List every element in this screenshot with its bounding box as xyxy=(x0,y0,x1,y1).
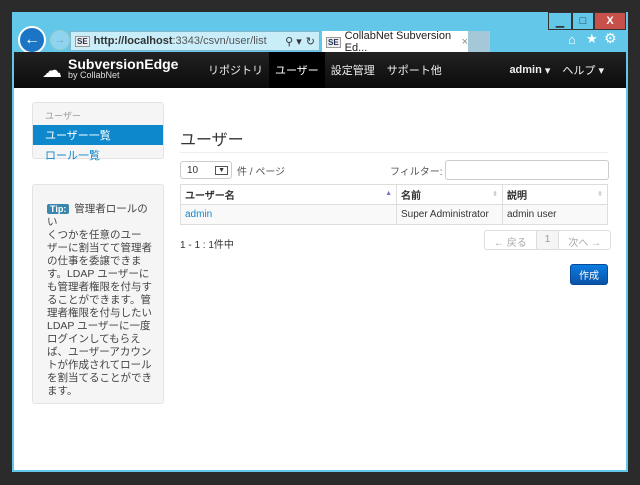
tip-text-line: す。LDAP ユーザーに xyxy=(47,268,150,280)
browser-window: ▁ □ X ← → SE http://localhost:3343/csvn/… xyxy=(12,12,628,472)
sort-asc-icon: ▲ xyxy=(385,190,392,197)
tip-text-line: の仕事を委譲できま xyxy=(47,255,142,267)
tip-text-line: を割当てることができ xyxy=(47,372,152,384)
gear-icon[interactable]: ⚙ xyxy=(604,30,617,47)
help-menu[interactable]: ヘルプ ▾ xyxy=(556,52,610,88)
divider xyxy=(180,152,608,153)
close-button[interactable]: X xyxy=(594,12,626,30)
page-content: ユーザー ユーザー一覧 ロール一覧 Tip: 管理者ロールのい くつかを任意のユー… xyxy=(14,88,626,470)
minimize-button[interactable]: ▁ xyxy=(548,12,572,30)
users-table: ユーザー名 ▲ 名前 ⬍ 説明 ⬍ admin Super Administrator… xyxy=(180,184,608,225)
nav-users[interactable]: ユーザー xyxy=(269,52,325,88)
sort-icon: ⬍ xyxy=(597,191,603,198)
column-name[interactable]: 名前 ⬍ xyxy=(396,184,503,205)
favicon: SE xyxy=(75,35,90,47)
new-tab-button[interactable] xyxy=(468,31,490,53)
create-button[interactable]: 作成 xyxy=(570,264,608,285)
sidebar-item-user-list[interactable]: ユーザー一覧 xyxy=(33,125,163,145)
page-title: ユーザー xyxy=(180,132,244,149)
tip-box: Tip: 管理者ロールのい くつかを任意のユー ザーに割当てて管理者 の仕事を委譲でき… xyxy=(32,184,164,404)
navbar: ☁ SubversionEdge by CollabNet リポジトリ ユーザー… xyxy=(14,52,626,88)
nav-admin[interactable]: 設定管理 xyxy=(325,52,381,88)
home-icon[interactable]: ⌂ xyxy=(568,32,576,47)
pagination: ← 戻る 1 次へ → xyxy=(484,230,612,250)
chevron-down-icon: ▼ xyxy=(215,165,228,175)
tab-active[interactable]: SE CollabNet Subversion Ed... × xyxy=(322,30,468,54)
back-button[interactable]: ← xyxy=(18,26,46,54)
user-menu[interactable]: admin ▾ xyxy=(503,52,556,88)
star-icon[interactable]: ★ xyxy=(586,31,598,47)
sidebar-nav: ユーザー ユーザー一覧 ロール一覧 xyxy=(32,102,164,162)
prev-button[interactable]: ← 戻る xyxy=(485,231,537,249)
brand-logo[interactable]: ☁ SubversionEdge by CollabNet xyxy=(42,57,202,83)
tip-text-line: LDAP ユーザーに一度 xyxy=(47,320,151,332)
refresh-icon[interactable]: ↻ xyxy=(306,35,315,48)
column-description[interactable]: 説明 ⬍ xyxy=(502,184,608,205)
tip-text-line: も管理者権限を付与す xyxy=(47,281,152,293)
tip-badge: Tip: xyxy=(47,204,70,214)
page-1-button[interactable]: 1 xyxy=(536,231,560,249)
column-username[interactable]: ユーザー名 ▲ xyxy=(180,184,397,205)
username-link[interactable]: admin xyxy=(185,209,212,220)
sort-icon: ⬍ xyxy=(492,191,498,198)
address-bar[interactable]: SE http://localhost:3343/csvn/user/list … xyxy=(70,31,320,51)
tip-text-line: ば、ユーザーアカウン xyxy=(47,346,152,358)
tip-text-line: ザーに割当てて管理者 xyxy=(47,242,152,254)
cloud-icon: ☁ xyxy=(42,59,62,82)
result-summary: 1 - 1 : 1件中 xyxy=(180,240,234,251)
sidebar-heading: ユーザー xyxy=(45,111,81,121)
next-button[interactable]: 次へ → xyxy=(559,231,610,249)
table-header: ユーザー名 ▲ 名前 ⬍ 説明 ⬍ xyxy=(180,184,608,205)
sidebar-item-role-list[interactable]: ロール一覧 xyxy=(33,145,163,165)
filter-input[interactable] xyxy=(444,160,609,180)
forward-button[interactable]: → xyxy=(50,30,70,50)
tip-text-line: くつかを任意のユー xyxy=(47,229,142,241)
search-icon[interactable]: ⚲ ▾ xyxy=(285,35,302,48)
tip-text-line: ることができます。管 xyxy=(47,294,151,306)
nav-repositories[interactable]: リポジトリ xyxy=(202,52,269,88)
tip-text-line: 理者権限を付与したい xyxy=(47,307,152,319)
table-row: admin Super Administrator admin user xyxy=(180,204,608,225)
maximize-button[interactable]: □ xyxy=(572,12,594,30)
nav-support[interactable]: サポート他 xyxy=(381,52,448,88)
tip-text-line: ます。 xyxy=(47,385,78,397)
tip-text-line: トが作成されてロール xyxy=(47,359,152,371)
tip-text-line: ログインしてもらえ xyxy=(47,333,141,345)
page-size-select[interactable]: 10 ▼ xyxy=(180,161,232,179)
